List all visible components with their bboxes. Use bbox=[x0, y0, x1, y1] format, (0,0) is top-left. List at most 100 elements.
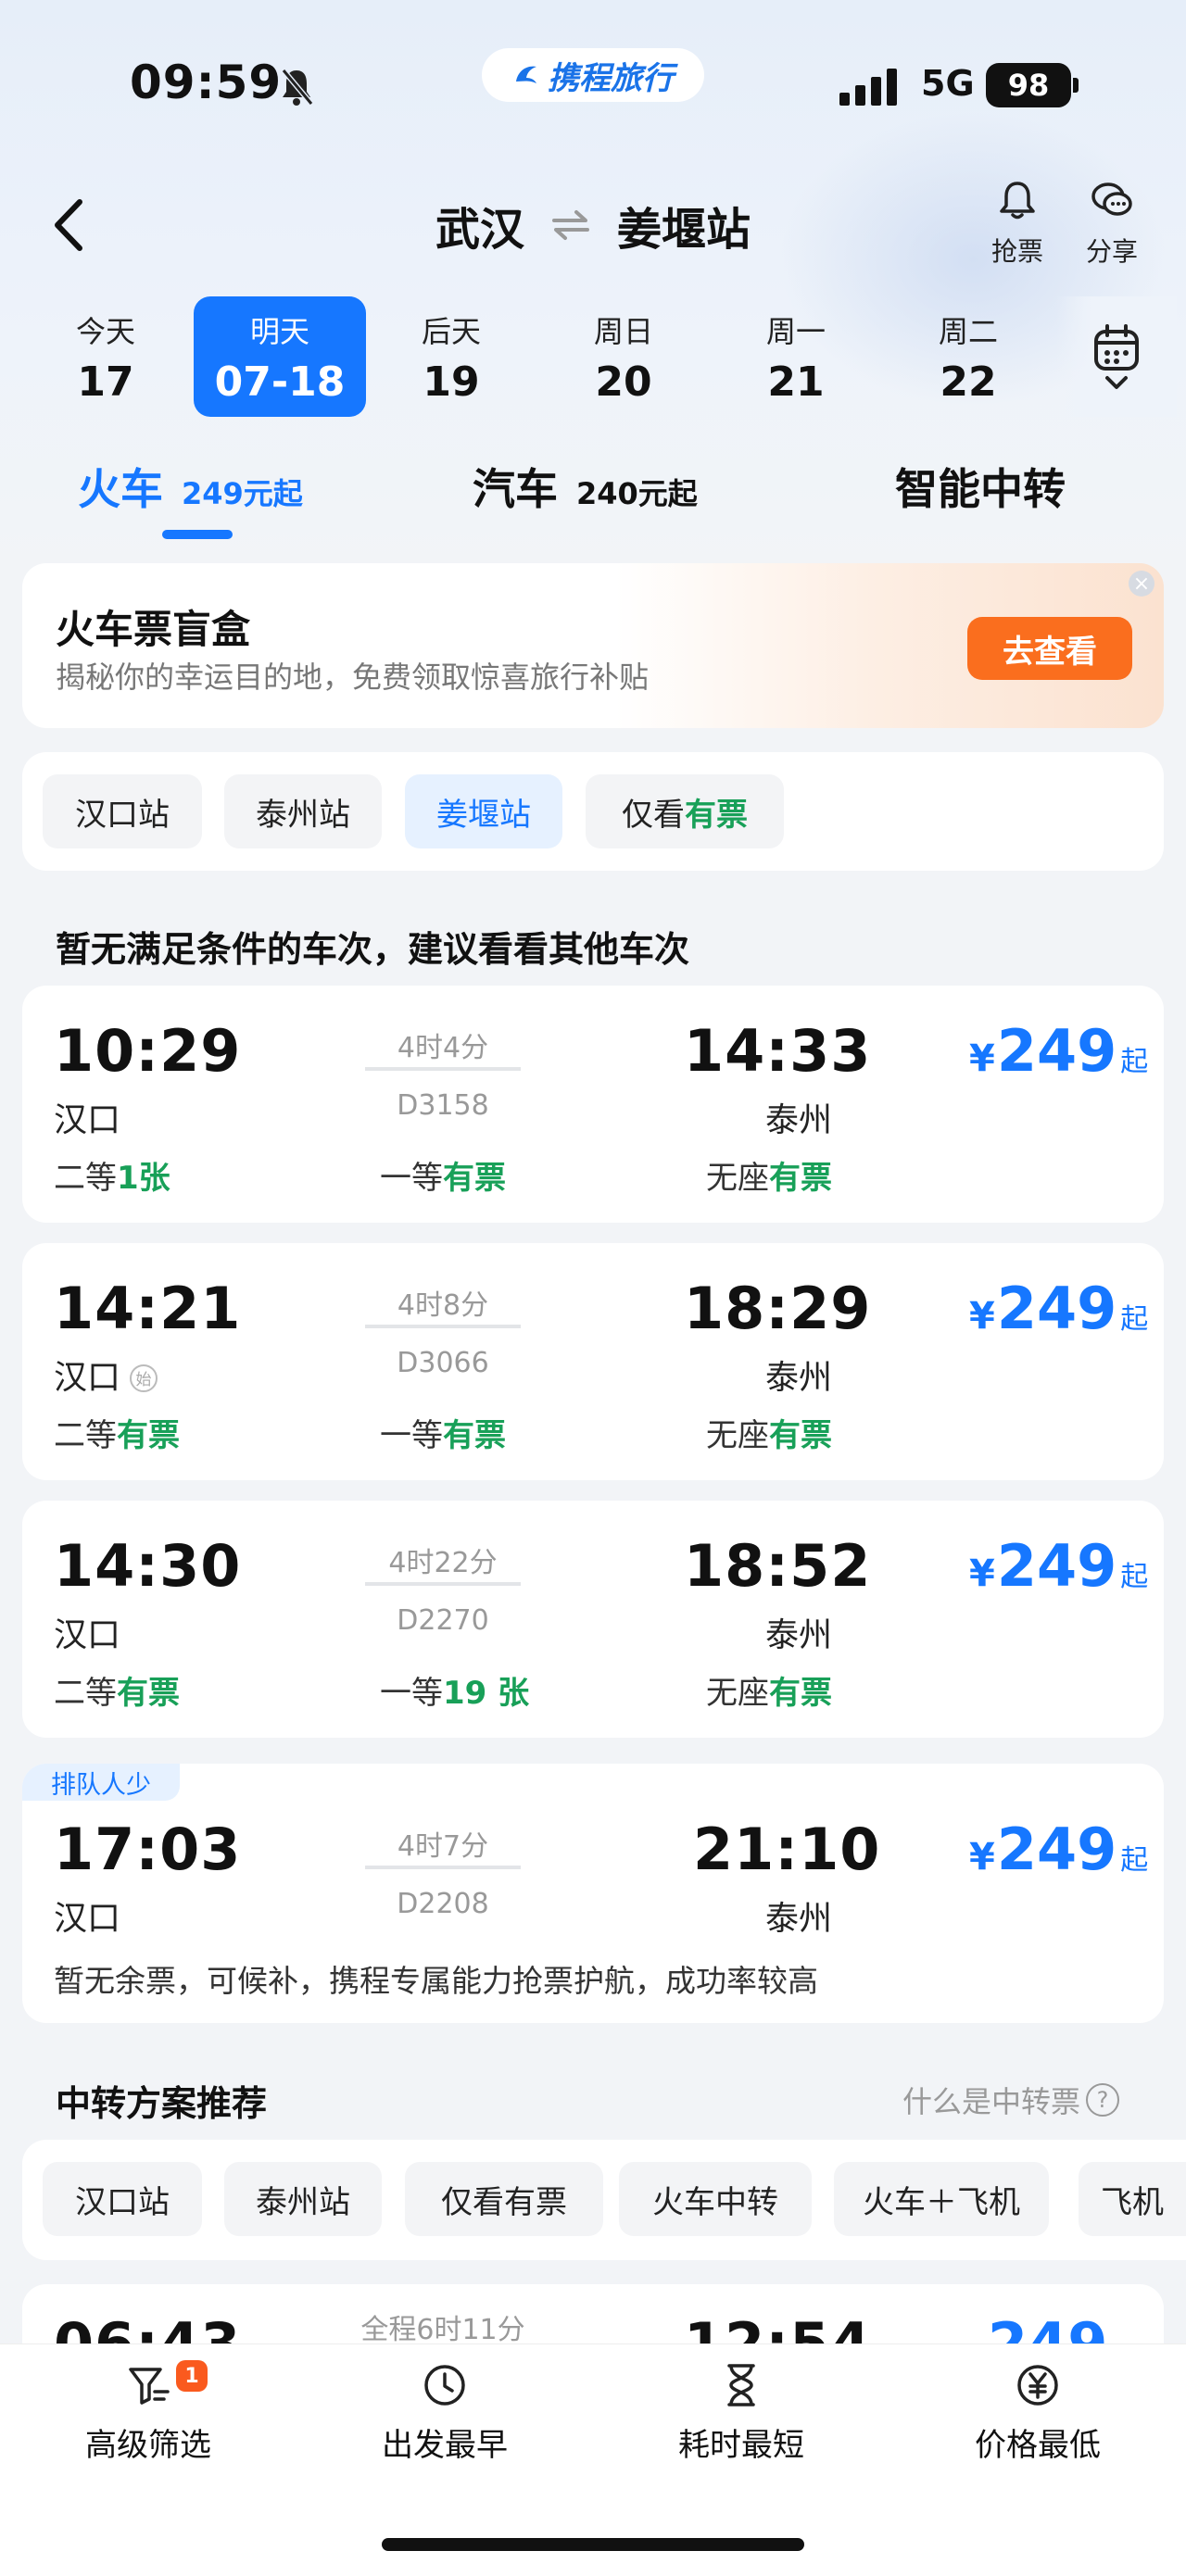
seat-no-seat: 无座有票 bbox=[706, 1152, 832, 1198]
filter-chip-jiangyan[interactable]: 姜堰站 bbox=[405, 774, 562, 848]
departure-station: 汉口 bbox=[54, 1101, 121, 1139]
transfer-chip-plane[interactable]: 飞机 bbox=[1079, 2162, 1186, 2236]
price-value: 249 bbox=[996, 1816, 1117, 1883]
filter-chip-available-only[interactable]: 仅看 有票 bbox=[586, 774, 784, 848]
route-arrow bbox=[365, 1866, 521, 1869]
price-suffix: 起 bbox=[1120, 1303, 1149, 1336]
departure-time: 10:29 bbox=[54, 1017, 242, 1085]
home-indicator[interactable] bbox=[382, 2538, 804, 2551]
seat-class: 无座 bbox=[706, 1417, 769, 1454]
seat-first-class: 一等有票 bbox=[380, 1410, 506, 1455]
arrival-station: 泰州 bbox=[765, 1359, 833, 1397]
duration: 4时4分 bbox=[397, 1032, 489, 1064]
date-weekday: 周日 bbox=[593, 313, 653, 349]
train-number: D2208 bbox=[397, 1888, 489, 1920]
seat-availability: 有票 bbox=[117, 1417, 180, 1454]
close-icon[interactable]: × bbox=[1129, 571, 1154, 597]
date-weekday: 周一 bbox=[765, 313, 826, 349]
share-button[interactable]: 分享 bbox=[1075, 176, 1149, 278]
seat-class: 二等 bbox=[54, 1160, 117, 1197]
transfer-help-link[interactable]: 什么是中转票? bbox=[902, 2079, 1120, 2121]
yuan-coin-icon bbox=[1017, 2365, 1058, 2406]
date-weekday: 明天 bbox=[249, 313, 309, 349]
price: ¥249 起 bbox=[969, 1532, 1148, 1600]
tab-train[interactable]: 火车 249元起 bbox=[78, 456, 303, 521]
departure-time: 14:21 bbox=[54, 1275, 242, 1342]
question-icon: ? bbox=[1086, 2083, 1120, 2117]
seat-class: 无座 bbox=[706, 1160, 769, 1197]
tab-train-price: 249元起 bbox=[182, 476, 303, 511]
dolphin-logo-icon bbox=[516, 66, 536, 83]
train-number: D3066 bbox=[397, 1347, 489, 1379]
date-tomorrow[interactable]: 明天 07-18 bbox=[194, 296, 366, 417]
sort-earliest-button[interactable]: 出发最早 bbox=[324, 2360, 565, 2471]
banner-view-button[interactable]: 去查看 bbox=[967, 617, 1132, 680]
sort-cheapest-label: 价格最低 bbox=[975, 2427, 1101, 2464]
sort-shortest-button[interactable]: 耗时最短 bbox=[621, 2360, 862, 2471]
date-weekday: 周二 bbox=[938, 313, 998, 349]
date-monday[interactable]: 周一 21 bbox=[722, 296, 870, 417]
seat-availability: 1张 bbox=[117, 1160, 170, 1197]
calendar-button[interactable] bbox=[1056, 296, 1177, 417]
seat-no-seat: 无座有票 bbox=[706, 1410, 832, 1455]
seat-first-class: 一等有票 bbox=[380, 1152, 506, 1198]
grab-ticket-button[interactable]: 抢票 bbox=[980, 176, 1054, 278]
price-suffix: 起 bbox=[1120, 1046, 1149, 1078]
route-arrow bbox=[365, 1067, 521, 1071]
departure-station: 汉口 bbox=[54, 1900, 121, 1938]
status-time: 09:59 bbox=[130, 56, 283, 109]
date-day-after[interactable]: 后天 19 bbox=[377, 296, 525, 417]
filter-chip-taizhou[interactable]: 泰州站 bbox=[224, 774, 382, 848]
arrival-time: 14:33 bbox=[684, 1017, 872, 1085]
seat-class: 一等 bbox=[380, 1675, 443, 1712]
departure-time: 14:30 bbox=[54, 1532, 242, 1600]
arrival-time: 18:52 bbox=[684, 1532, 872, 1600]
date-day: 19 bbox=[423, 358, 480, 406]
swap-arrows-icon[interactable] bbox=[549, 207, 593, 244]
sort-cheapest-button[interactable]: 价格最低 bbox=[917, 2360, 1158, 2471]
seat-availability: 有票 bbox=[443, 1417, 506, 1454]
back-chevron-icon[interactable] bbox=[48, 195, 89, 256]
brand-name: 携程旅行 bbox=[548, 59, 674, 97]
seat-availability: 19 张 bbox=[443, 1675, 530, 1712]
price: ¥249 起 bbox=[969, 1816, 1148, 1883]
seat-availability: 有票 bbox=[769, 1160, 832, 1197]
grab-ticket-label: 抢票 bbox=[990, 236, 1043, 267]
date-today[interactable]: 今天 17 bbox=[32, 296, 180, 417]
price-suffix: 起 bbox=[1120, 1844, 1149, 1877]
route-arrow bbox=[365, 1325, 521, 1328]
transfer-chip-taizhou[interactable]: 泰州站 bbox=[224, 2162, 382, 2236]
seat-second-class: 二等1张 bbox=[54, 1152, 170, 1198]
tab-bus-price: 240元起 bbox=[576, 476, 698, 511]
tab-bus-label: 汽车 bbox=[473, 464, 558, 514]
transfer-chip-available-only[interactable]: 仅看有票 bbox=[405, 2162, 603, 2236]
filter-chip-hankou[interactable]: 汉口站 bbox=[43, 774, 202, 848]
date-sunday[interactable]: 周日 20 bbox=[549, 296, 698, 417]
date-tuesday[interactable]: 周二 22 bbox=[894, 296, 1042, 417]
seat-class: 无座 bbox=[706, 1675, 769, 1712]
tab-indicator bbox=[162, 530, 233, 539]
available-suffix: 有票 bbox=[685, 796, 748, 834]
from-city[interactable]: 武汉 bbox=[435, 193, 524, 258]
filter-funnel-icon bbox=[129, 2368, 170, 2405]
alarm-bell-icon bbox=[1000, 182, 1035, 220]
transfer-chip-hankou[interactable]: 汉口站 bbox=[43, 2162, 202, 2236]
battery-level: 98 bbox=[1007, 68, 1050, 103]
transfer-chip-train-transfer[interactable]: 火车中转 bbox=[619, 2162, 812, 2236]
share-chat-icon bbox=[1091, 182, 1132, 216]
date-day: 22 bbox=[940, 358, 997, 406]
to-station[interactable]: 姜堰站 bbox=[617, 193, 751, 258]
transfer-help-text: 什么是中转票 bbox=[902, 2084, 1081, 2119]
advanced-filter-label: 高级筛选 bbox=[85, 2427, 211, 2464]
departure-station: 汉口 bbox=[54, 1359, 121, 1397]
seat-availability: 有票 bbox=[443, 1160, 506, 1197]
hourglass-icon bbox=[727, 2364, 755, 2406]
network-type: 5G bbox=[921, 63, 975, 104]
tab-bus[interactable]: 汽车 240元起 bbox=[473, 456, 698, 521]
transfer-chip-train-plane[interactable]: 火车＋飞机 bbox=[834, 2162, 1049, 2236]
banner-title: 火车票盲盒 bbox=[56, 607, 251, 652]
date-weekday: 后天 bbox=[421, 313, 481, 349]
seat-second-class: 二等有票 bbox=[54, 1667, 180, 1713]
advanced-filter-button[interactable]: 高级筛选 bbox=[28, 2360, 269, 2471]
tab-smart-transfer[interactable]: 智能中转 bbox=[895, 456, 1066, 521]
